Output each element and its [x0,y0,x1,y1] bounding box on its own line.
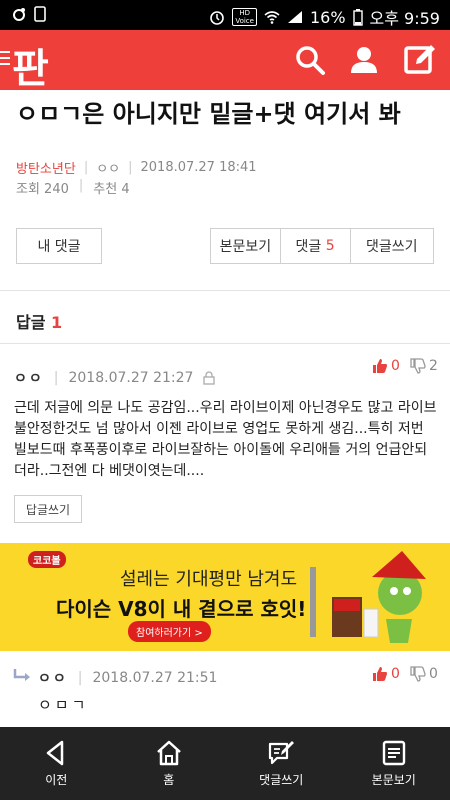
reply-downvote-count: 0 [429,666,438,682]
menu-icon[interactable] [0,51,10,69]
divider [0,343,450,344]
battery-icon [352,8,363,26]
separator: | [128,160,133,175]
post-author[interactable]: 방탄소년단 [16,158,76,177]
notification-icon [13,8,25,21]
nav-prev-label: 이전 [45,773,68,787]
nav-write-comment-label: 댓글쓰기 [259,773,304,787]
upvote-count: 0 [391,358,400,374]
user-icon[interactable] [346,42,382,78]
lock-icon [203,371,216,385]
separator: | [83,160,89,175]
status-right-icons: HD Voice 16% 오후 9:59 [209,5,440,29]
app-header: 판 [0,30,450,92]
my-comments-button[interactable]: 내 댓글 [16,228,102,264]
replies-header: 답글 1 [16,309,62,333]
comments-button[interactable]: 댓글 5 [281,229,351,263]
replies-count: 1 [51,313,63,332]
nav-home-label: 홈 [163,773,175,787]
hd-label: HD [239,9,250,17]
post-title: ㅇㅁㄱ은 아니지만 밑글+댓 여기서 봐 [16,100,401,128]
status-left-icons [12,6,46,22]
nav-prev[interactable]: 이전 [0,727,113,800]
comment-date: 2018.07.27 21:27 [68,370,194,386]
alarm-icon [210,11,225,25]
comment-nickname: ㅇㅇ [14,371,44,387]
nav-view-post[interactable]: 본문보기 [338,727,450,800]
separator: | [77,670,83,686]
upvote-button[interactable]: 0 [372,358,400,374]
voice-label: Voice [235,17,254,25]
thumbs-up-icon [373,667,387,681]
ad-brand: 코코볼 [28,551,66,568]
thumbs-down-icon [410,358,426,374]
back-arrow-icon [47,740,64,766]
post-views: 조회 240 [16,182,69,197]
view-post-button[interactable]: 본문보기 [211,229,281,263]
post-date: 2018.07.27 18:41 [140,160,257,175]
reply-upvote-count: 0 [391,666,400,682]
bottom-nav: 이전 홈 댓글쓰기 본문보기 [0,727,450,800]
write-comment-button[interactable]: 댓글쓰기 [351,229,434,263]
replies-label: 답글 [16,313,46,332]
post-action-group: 본문보기 댓글 5 댓글쓰기 [210,228,434,264]
reply-downvote-button[interactable]: 0 [410,666,438,682]
post-stats: 조회 240 | 추천 4 [16,178,130,197]
edit-icon[interactable] [402,42,438,78]
reply-arrow-icon [13,669,30,681]
nav-home[interactable]: 홈 [113,727,226,800]
status-bar: HD Voice 16% 오후 9:59 [0,0,450,30]
separator: | [53,370,59,386]
reply-date: 2018.07.27 21:51 [92,670,218,686]
reply-meta: ㅇㅇ | 2018.07.27 21:51 [38,668,217,688]
comments-label: 댓글 [295,239,322,255]
phone-icon [34,6,46,22]
divider [0,290,450,291]
comment-edit-icon [269,741,295,765]
clock: 오후 9:59 [369,9,440,28]
comment-meta: ㅇㅇ | 2018.07.27 21:27 [14,368,216,388]
reply-nickname: ㅇㅇ [38,671,68,687]
document-icon [382,740,405,766]
signal-icon [287,11,302,23]
post-meta: 방탄소년단 | ㅇㅇ | 2018.07.27 18:41 [16,158,257,177]
hd-voice-icon: HD Voice [232,8,257,26]
downvote-button[interactable]: 2 [410,358,438,374]
wifi-icon [264,11,280,24]
ad-subheadline: 다이슨 V8이 내 곁으로 호잇! [56,597,307,621]
comments-count: 5 [325,238,335,254]
logo[interactable]: 판 [12,36,49,94]
thumbs-up-icon [373,359,387,373]
search-icon[interactable] [292,42,328,78]
reply-body: ㅇㅁㄱ [38,696,89,714]
post-recommends: 추천 4 [93,182,130,197]
battery-percent: 16% [309,7,346,27]
separator: | [78,178,84,193]
thumbs-down-icon [410,666,426,682]
reply-upvote-button[interactable]: 0 [372,666,400,682]
ad-mascot-image [310,551,426,643]
ad-headline: 설레는 기대평만 남겨도 [120,569,298,590]
ad-banner[interactable]: 코코볼 설레는 기대평만 남겨도 다이슨 V8이 내 곁으로 호잇! 참여하러가… [0,543,450,651]
ad-cta-button[interactable]: 참여하러가기 > [128,621,211,642]
write-reply-button[interactable]: 답글쓰기 [14,495,82,523]
post-nickname: ㅇㅇ [96,162,121,177]
comment-body: 근데 저글에 의문 나도 공감임...우리 라이브이제 아닌경우도 많고 라이브… [14,400,437,479]
nav-write-comment[interactable]: 댓글쓰기 [225,727,338,800]
home-icon [156,740,181,766]
nav-view-post-label: 본문보기 [371,773,416,787]
downvote-count: 2 [429,358,438,374]
